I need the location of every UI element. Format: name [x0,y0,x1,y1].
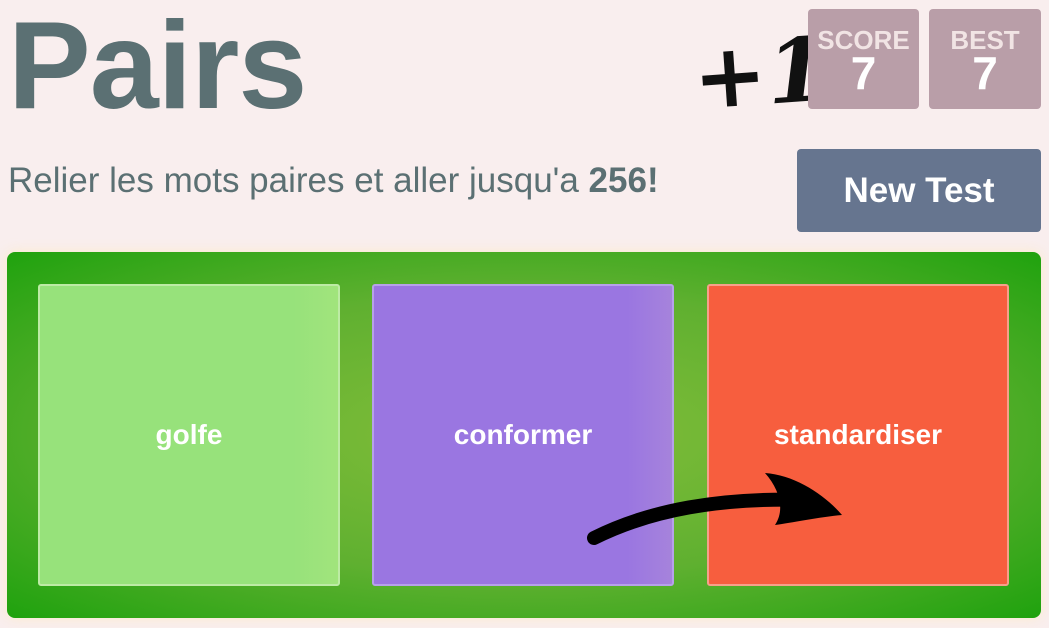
game-title: Pairs [8,0,307,135]
word-tile-golfe[interactable]: golfe [38,284,340,586]
best-value: 7 [972,47,998,99]
best-score-box: BEST 7 [929,9,1041,109]
score-box: SCORE 7 [808,9,919,109]
game-board: golfe conformer standardiser [7,252,1041,618]
hand-drawn-arrow-icon [587,473,842,545]
target-number: 256! [588,161,659,200]
game-intro: Relier les mots paires et aller jusqu'a … [8,160,659,202]
score-value: 7 [850,47,877,99]
new-test-button[interactable]: New Test [797,149,1041,232]
intro-text: Relier les mots paires et aller jusqu'a [8,161,589,200]
